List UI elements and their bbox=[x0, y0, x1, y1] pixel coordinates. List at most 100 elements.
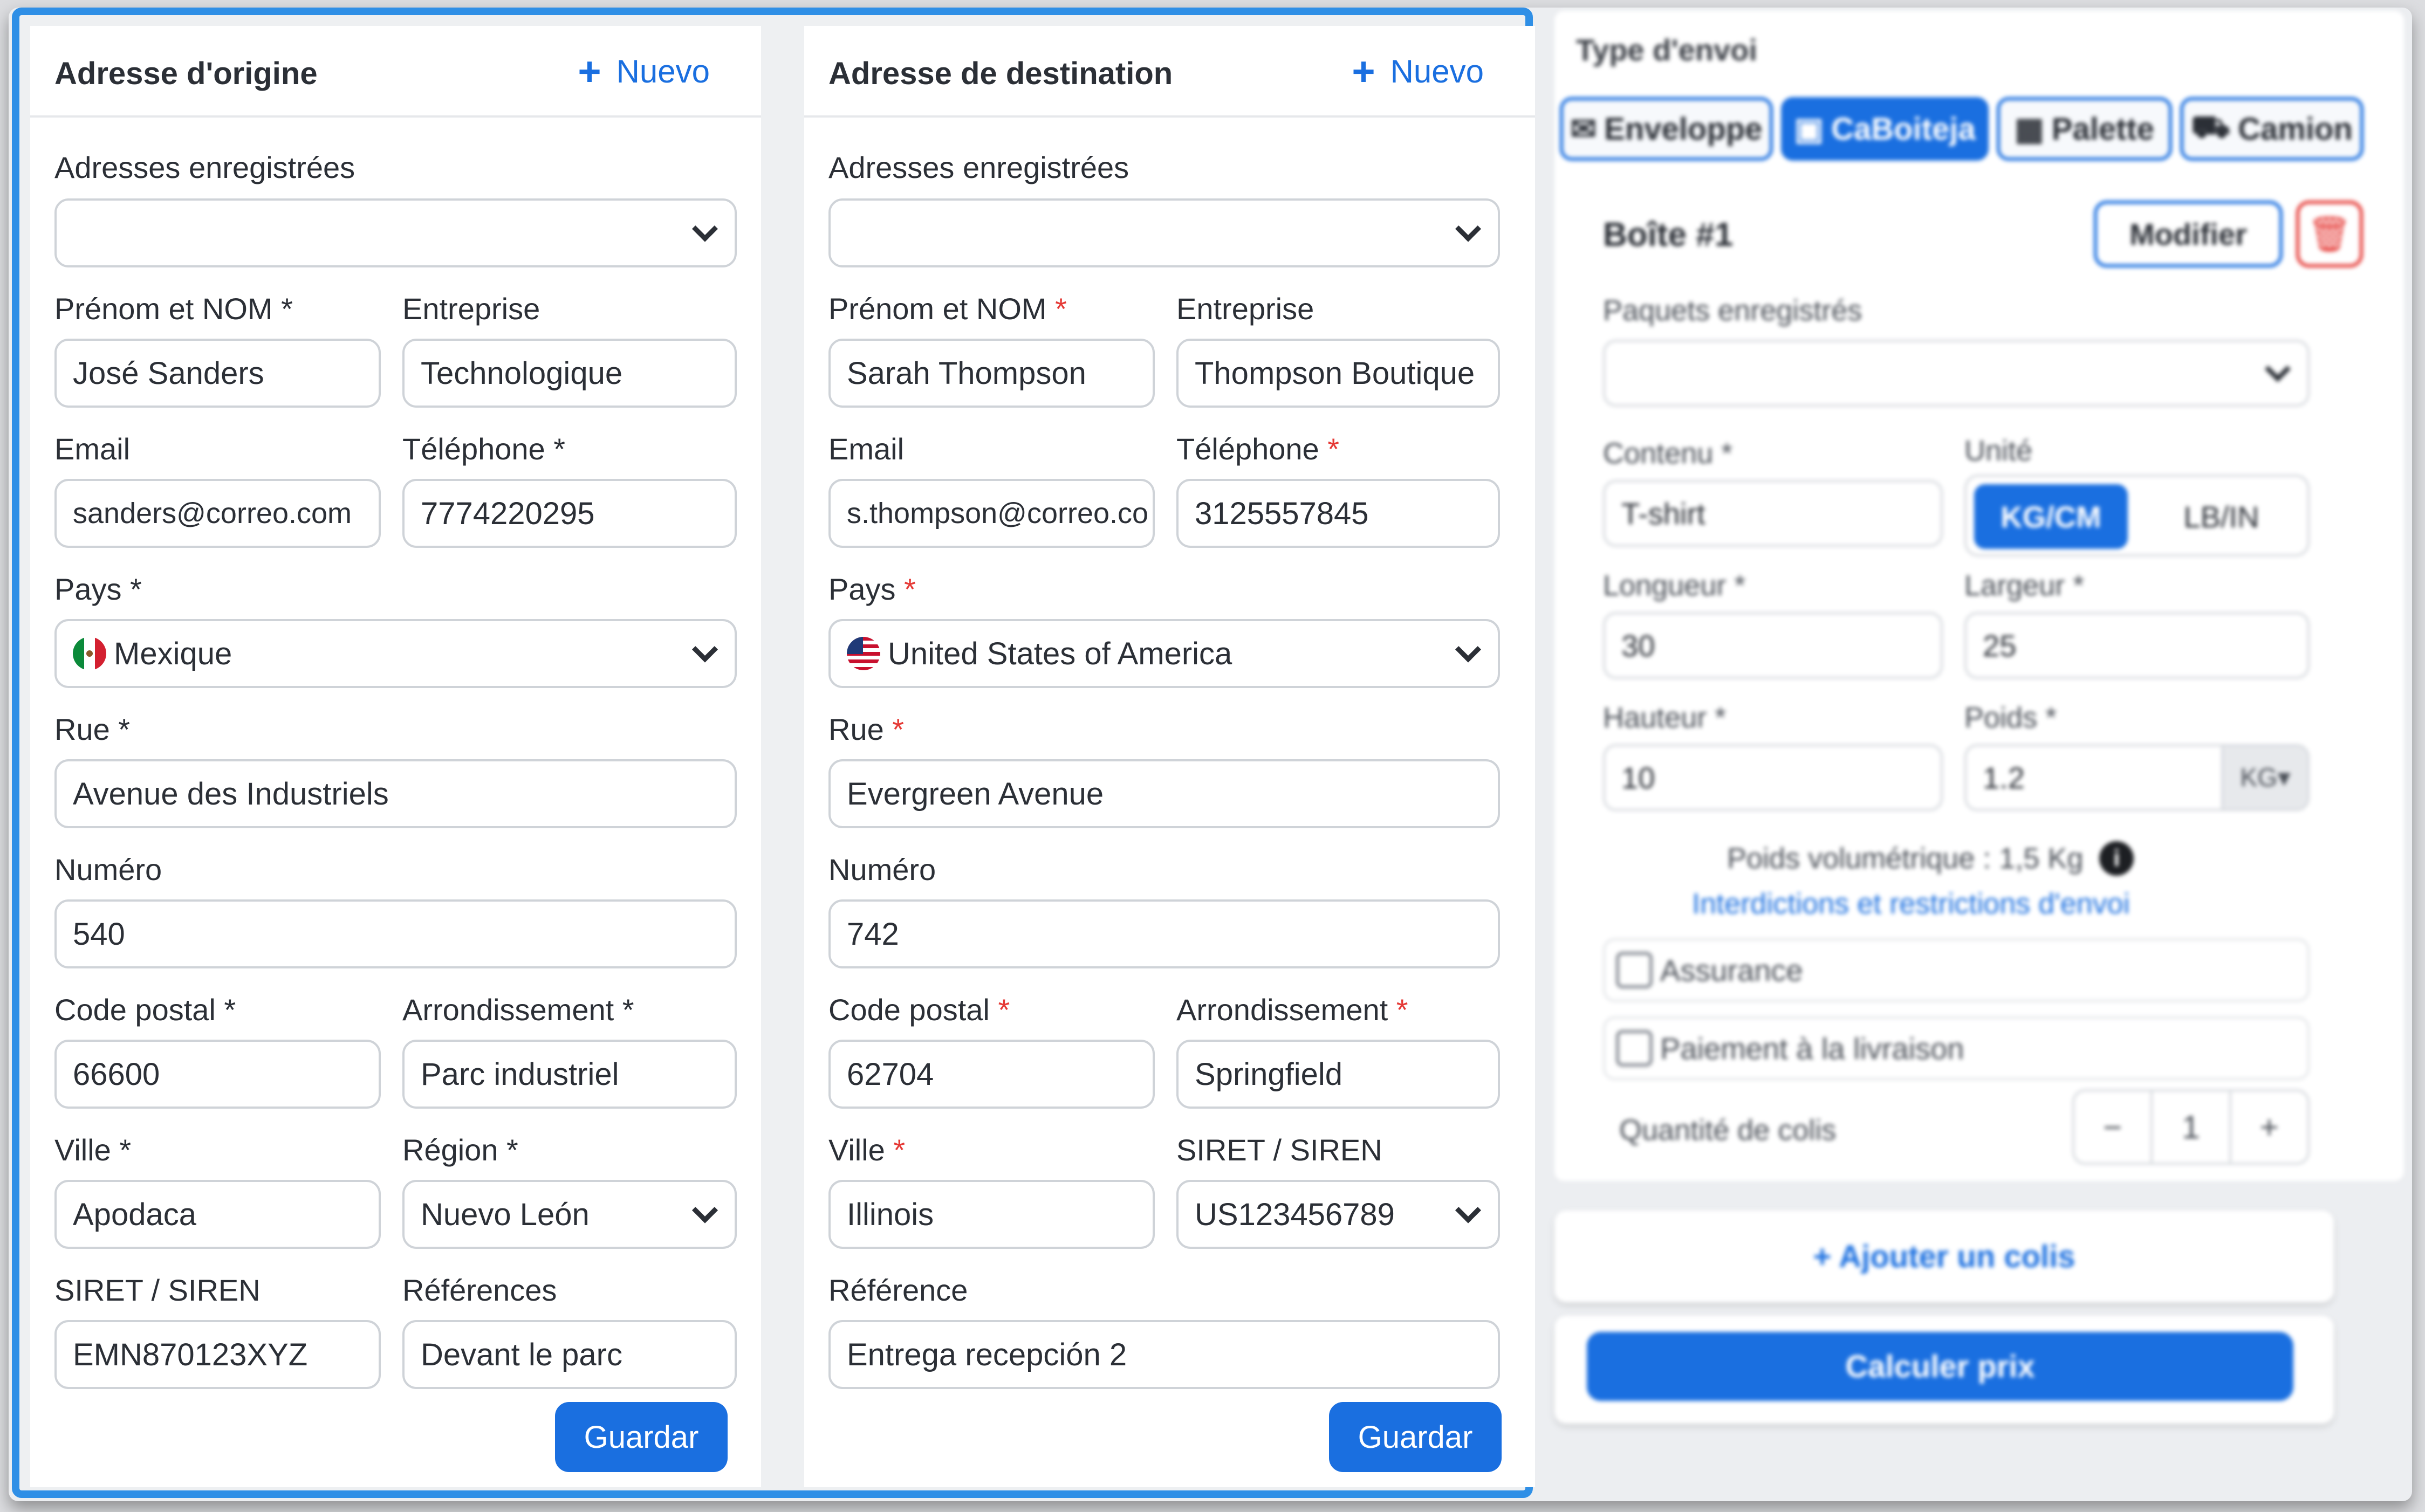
unit-label: Unité bbox=[1964, 435, 2033, 467]
destination-country-select[interactable]: United States of America bbox=[828, 619, 1500, 688]
origin-postal-value: 66600 bbox=[73, 1056, 160, 1092]
tab-box-label: CaBoiteja bbox=[1831, 111, 1976, 147]
tab-pallet-label: Palette bbox=[2051, 111, 2154, 147]
destination-siret-value: US123456789 bbox=[1195, 1197, 1395, 1232]
origin-number-input[interactable]: 540 bbox=[54, 899, 737, 968]
tab-truck[interactable]: ⛟ Camion bbox=[2180, 97, 2364, 161]
destination-siret-label: SIRET / SIREN bbox=[1176, 1133, 1382, 1167]
tab-box[interactable]: ▣ CaBoiteja bbox=[1781, 97, 1989, 161]
destination-number-value: 742 bbox=[847, 916, 899, 952]
weight-input[interactable]: 1.2 KG ▾ bbox=[1964, 744, 2310, 811]
origin-country-label: Pays * bbox=[54, 572, 142, 606]
restrictions-link[interactable]: Interdictions et restrictions d'envoi bbox=[1692, 887, 2130, 920]
chevron-down-icon bbox=[1455, 636, 1482, 663]
destination-save-button[interactable]: Guardar bbox=[1329, 1402, 1502, 1472]
length-input[interactable]: 30 bbox=[1603, 612, 1943, 679]
origin-district-input[interactable]: Parc industriel bbox=[402, 1040, 737, 1109]
decrement-button[interactable]: − bbox=[2074, 1091, 2153, 1163]
content-label: Contenu * bbox=[1603, 437, 1733, 470]
weight-value: 1.2 bbox=[1983, 760, 2025, 795]
destination-street-input[interactable]: Evergreen Avenue bbox=[828, 759, 1500, 828]
destination-number-input[interactable]: 742 bbox=[828, 899, 1500, 968]
destination-email-value: s.thompson@correo.co bbox=[847, 497, 1149, 530]
destination-email-input[interactable]: s.thompson@correo.co bbox=[828, 479, 1155, 548]
destination-street-value: Evergreen Avenue bbox=[847, 776, 1104, 812]
chevron-down-icon bbox=[1455, 1197, 1482, 1224]
destination-name-input[interactable]: Sarah Thompson bbox=[828, 339, 1155, 408]
destination-postal-label: Code postal * bbox=[828, 992, 1010, 1027]
required-mark: * bbox=[892, 712, 905, 746]
quantity-label: Quantité de colis bbox=[1619, 1114, 1837, 1146]
origin-street-input[interactable]: Avenue des Industriels bbox=[54, 759, 737, 828]
insurance-checkbox[interactable] bbox=[1616, 952, 1653, 988]
origin-new-button[interactable]: + Nuevo bbox=[578, 51, 710, 91]
tab-pallet[interactable]: ▦ Palette bbox=[1997, 97, 2172, 161]
origin-name-input[interactable]: José Sanders bbox=[54, 339, 381, 408]
unit-kgcm-button[interactable]: KG/CM bbox=[1974, 484, 2128, 549]
destination-company-input[interactable]: Thompson Boutique bbox=[1176, 339, 1500, 408]
origin-title: Adresse d'origine bbox=[54, 56, 318, 91]
origin-postal-input[interactable]: 66600 bbox=[54, 1040, 381, 1109]
saved-packages-label: Paquets enregistrés bbox=[1603, 294, 1862, 327]
destination-city-label: Ville * bbox=[828, 1132, 905, 1167]
delete-button[interactable]: 🗑 bbox=[2296, 201, 2363, 267]
destination-name-label-text: Prénom et NOM bbox=[828, 292, 1047, 326]
increment-button[interactable]: + bbox=[2231, 1091, 2307, 1163]
required-mark: * bbox=[1396, 993, 1408, 1027]
destination-district-input[interactable]: Springfield bbox=[1176, 1040, 1500, 1109]
destination-ref-label: Référence bbox=[828, 1273, 968, 1307]
height-input[interactable]: 10 bbox=[1603, 744, 1943, 811]
origin-email-label: Email bbox=[54, 432, 131, 466]
cod-row[interactable]: Paiement à la livraison bbox=[1603, 1016, 2310, 1080]
info-icon[interactable]: i bbox=[2099, 841, 2134, 876]
origin-region-select[interactable]: Nuevo León bbox=[402, 1180, 737, 1249]
cod-checkbox[interactable] bbox=[1616, 1030, 1653, 1067]
origin-saved-select[interactable] bbox=[54, 198, 737, 267]
unit-toggle: KG/CM LB/IN bbox=[1964, 475, 2310, 556]
address-forms-frame: Adresse d'origine + Nuevo Adresses enreg… bbox=[12, 8, 1535, 1498]
pallet-icon: ▦ bbox=[2014, 112, 2044, 147]
destination-saved-select[interactable] bbox=[828, 198, 1500, 267]
weight-unit-select[interactable]: KG ▾ bbox=[2221, 746, 2307, 809]
saved-packages-select[interactable] bbox=[1603, 340, 2310, 407]
origin-city-input[interactable]: Apodaca bbox=[54, 1180, 381, 1249]
modify-button[interactable]: Modifier bbox=[2094, 201, 2283, 267]
origin-save-button[interactable]: Guardar bbox=[555, 1402, 728, 1472]
insurance-row[interactable]: Assurance bbox=[1603, 938, 2310, 1002]
origin-email-input[interactable]: sanders@correo.com bbox=[54, 479, 381, 548]
width-input[interactable]: 25 bbox=[1964, 612, 2310, 679]
calculate-price-button[interactable]: Calculer prix bbox=[1587, 1332, 2293, 1401]
destination-ref-input[interactable]: Entrega recepción 2 bbox=[828, 1320, 1500, 1389]
origin-siret-label: SIRET / SIREN bbox=[54, 1273, 261, 1307]
origin-phone-input[interactable]: 7774220295 bbox=[402, 479, 737, 548]
destination-siret-select[interactable]: US123456789 bbox=[1176, 1180, 1500, 1249]
destination-postal-input[interactable]: 62704 bbox=[828, 1040, 1155, 1109]
origin-ref-input[interactable]: Devant le parc bbox=[402, 1320, 737, 1389]
destination-ref-value: Entrega recepción 2 bbox=[847, 1337, 1127, 1372]
volumetric-text: Poids volumétrique : 1,5 Kg bbox=[1727, 842, 2084, 875]
quantity-stepper: − 1 + bbox=[2072, 1089, 2310, 1165]
destination-title: Adresse de destination bbox=[828, 56, 1173, 91]
height-label: Hauteur * bbox=[1603, 702, 1727, 734]
origin-company-input[interactable]: Technologique bbox=[402, 339, 737, 408]
shipment-panel: Type d'envoi ✉ Enveloppe ▣ CaBoiteja ▦ P… bbox=[1548, 11, 2411, 1499]
width-value: 25 bbox=[1983, 628, 2017, 663]
unit-lbin-button[interactable]: LB/IN bbox=[2145, 484, 2298, 549]
origin-country-select[interactable]: Mexique bbox=[54, 619, 737, 688]
origin-company-label: Entreprise bbox=[402, 292, 540, 326]
origin-header: Adresse d'origine + Nuevo bbox=[30, 26, 761, 118]
chevron-down-icon bbox=[1455, 216, 1482, 242]
trash-icon: 🗑 bbox=[2307, 214, 2352, 253]
destination-new-button[interactable]: + Nuevo bbox=[1352, 51, 1484, 91]
destination-city-input[interactable]: Illinois bbox=[828, 1180, 1155, 1249]
destination-phone-input[interactable]: 3125557845 bbox=[1176, 479, 1500, 548]
length-value: 30 bbox=[1621, 628, 1655, 663]
origin-siret-input[interactable]: EMN870123XYZ bbox=[54, 1320, 381, 1389]
chevron-down-icon bbox=[691, 636, 718, 663]
destination-email-label: Email bbox=[828, 432, 905, 466]
add-package-button[interactable]: + Ajouter un colis bbox=[1554, 1211, 2334, 1302]
tab-envelope[interactable]: ✉ Enveloppe bbox=[1560, 97, 1773, 161]
content-input[interactable]: T-shirt bbox=[1603, 480, 1943, 547]
weight-unit-value: KG bbox=[2240, 763, 2278, 792]
quantity-value[interactable]: 1 bbox=[2153, 1091, 2231, 1163]
